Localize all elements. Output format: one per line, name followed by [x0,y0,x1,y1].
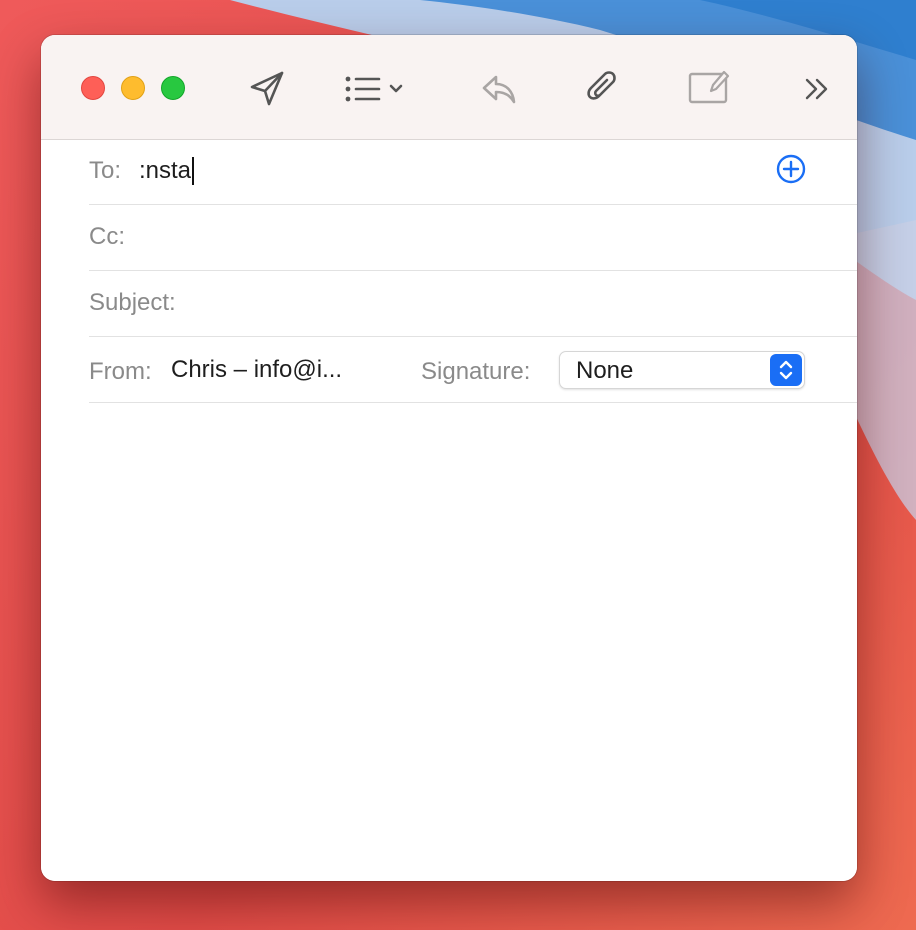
reply-button[interactable] [477,67,521,111]
text-cursor [192,157,194,185]
format-list-icon [345,76,403,102]
mail-compose-window: To: :nsta Cc: Subject: From: Chris – inf… [41,35,857,881]
add-contact-icon[interactable] [775,153,807,185]
overflow-button[interactable] [799,71,835,107]
to-row: To: :nsta [89,139,857,205]
to-label: To: [89,157,122,184]
format-list-button[interactable] [341,69,413,109]
send-button[interactable] [245,67,289,111]
send-icon [250,71,284,106]
toolbar [41,35,857,140]
markup-icon [688,70,730,104]
minimize-button[interactable] [121,76,145,100]
attach-button[interactable] [581,67,625,111]
to-input[interactable]: :nsta [139,157,191,185]
overflow-chevron-icon [805,78,828,100]
subject-label: Subject: [89,289,176,316]
message-body[interactable] [41,403,857,881]
signature-select[interactable]: None [559,351,805,389]
reply-icon [482,75,516,104]
attachment-icon [587,71,616,100]
cc-label: Cc: [89,223,125,250]
from-row: From: Chris – info@i... Signature: None [89,337,857,403]
signature-value: None [576,357,634,384]
up-down-chevron-icon [779,360,793,380]
zoom-button[interactable] [161,76,185,100]
subject-row[interactable]: Subject: [89,271,857,337]
close-button[interactable] [81,76,105,100]
cc-row[interactable]: Cc: [89,205,857,271]
from-label: From: [89,358,152,385]
from-account-select[interactable]: Chris – info@i... [171,356,342,384]
markup-button[interactable] [685,65,731,109]
select-stepper [770,354,802,386]
signature-label: Signature: [421,358,531,385]
